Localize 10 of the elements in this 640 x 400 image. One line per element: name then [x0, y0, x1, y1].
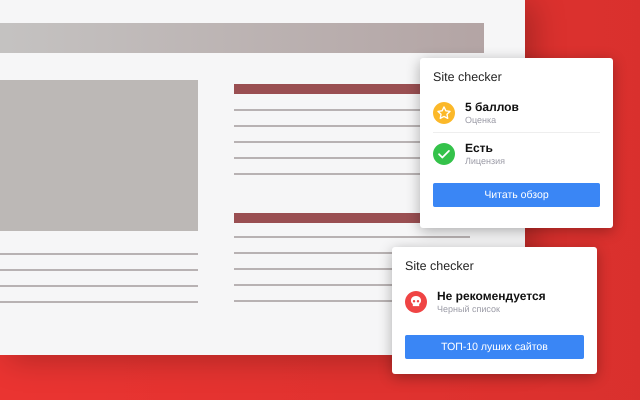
- action-button[interactable]: ТОП-10 луших сайтов: [405, 335, 584, 359]
- status-caption: Черный список: [437, 304, 501, 314]
- status-label: 5 баллов: [465, 100, 519, 114]
- card-title: Site checker: [433, 70, 503, 84]
- status-label: Есть: [465, 141, 494, 155]
- status-label: Не рекомендуется: [437, 289, 546, 303]
- status-caption: Лицензия: [465, 156, 505, 166]
- card-title: Site checker: [405, 259, 475, 273]
- status-caption: Оценка: [465, 115, 498, 125]
- action-button[interactable]: Читать обзор: [433, 183, 600, 207]
